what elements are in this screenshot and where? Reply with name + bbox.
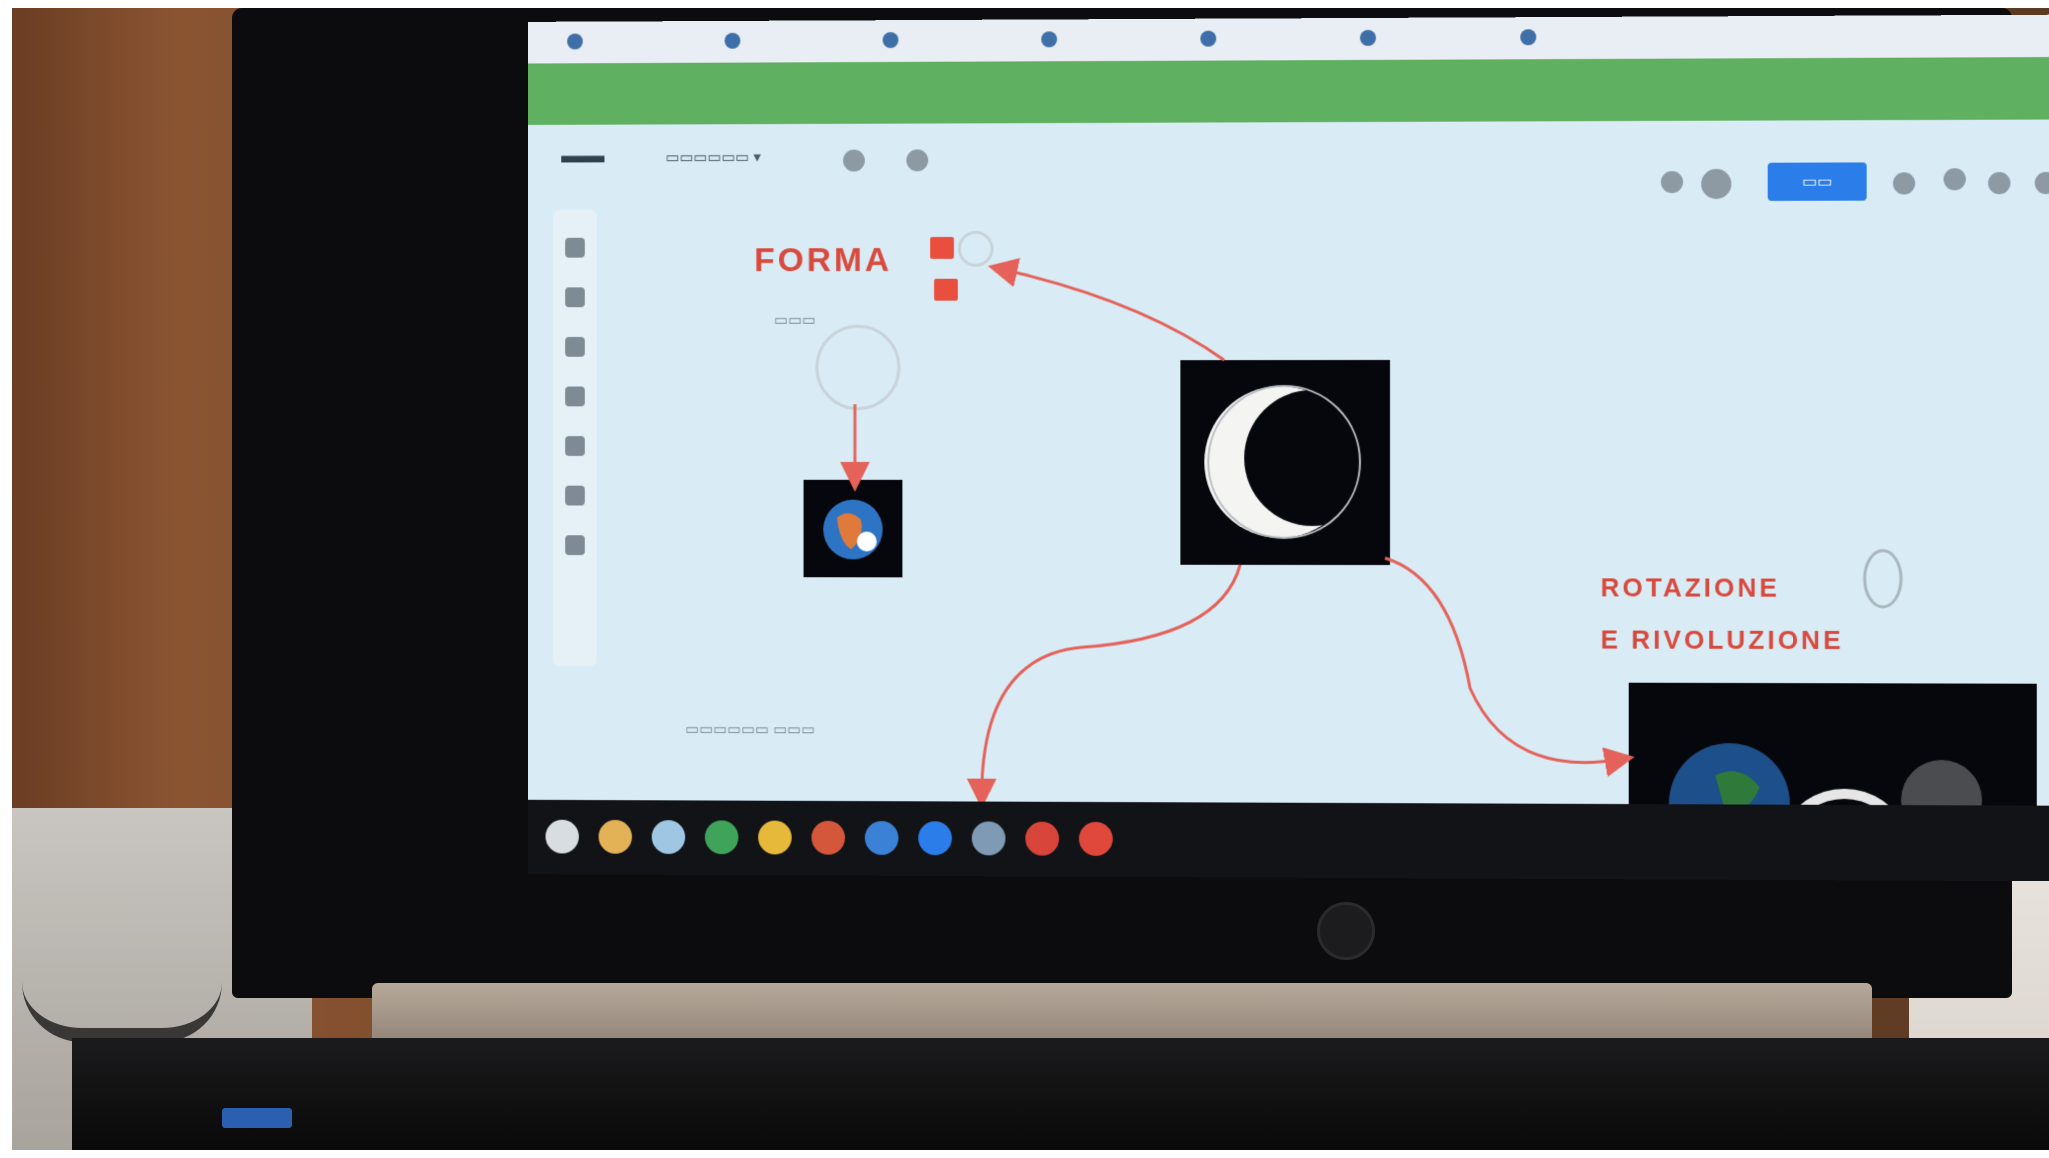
taskbar [528,800,2049,882]
app-icon[interactable] [918,821,952,855]
app-icon[interactable] [972,821,1006,855]
app-icon[interactable] [865,821,899,855]
connector-arrows [528,14,2049,882]
app-icon[interactable] [652,820,685,854]
keyboard-led [222,1108,292,1128]
hp-logo [1317,902,1375,960]
start-icon[interactable] [546,820,579,854]
app-icon[interactable] [811,821,845,855]
cable [22,968,222,1042]
app-icon[interactable] [1079,822,1113,856]
app-icon[interactable] [1025,822,1059,856]
chrome-icon[interactable] [758,821,792,855]
laptop-screen: ▬▬ ▭▭▭▭▭▭ ▾ ▭▭ FORMA ROTAZIONE E RIVOLUZ… [528,14,2049,882]
app-icon[interactable] [705,820,739,854]
laptop-bezel: ▬▬ ▭▭▭▭▭▭ ▾ ▭▭ FORMA ROTAZIONE E RIVOLUZ… [232,8,2012,998]
laptop-base [72,1038,2049,1150]
shape-caption: ▭▭▭ [774,311,816,329]
file-explorer-icon[interactable] [599,820,632,854]
photo-frame: ▬▬ ▭▭▭▭▭▭ ▾ ▭▭ FORMA ROTAZIONE E RIVOLUZ… [12,8,2049,1150]
board-caption: ▭▭▭▭▭▭ ▭▭▭ [685,720,815,738]
